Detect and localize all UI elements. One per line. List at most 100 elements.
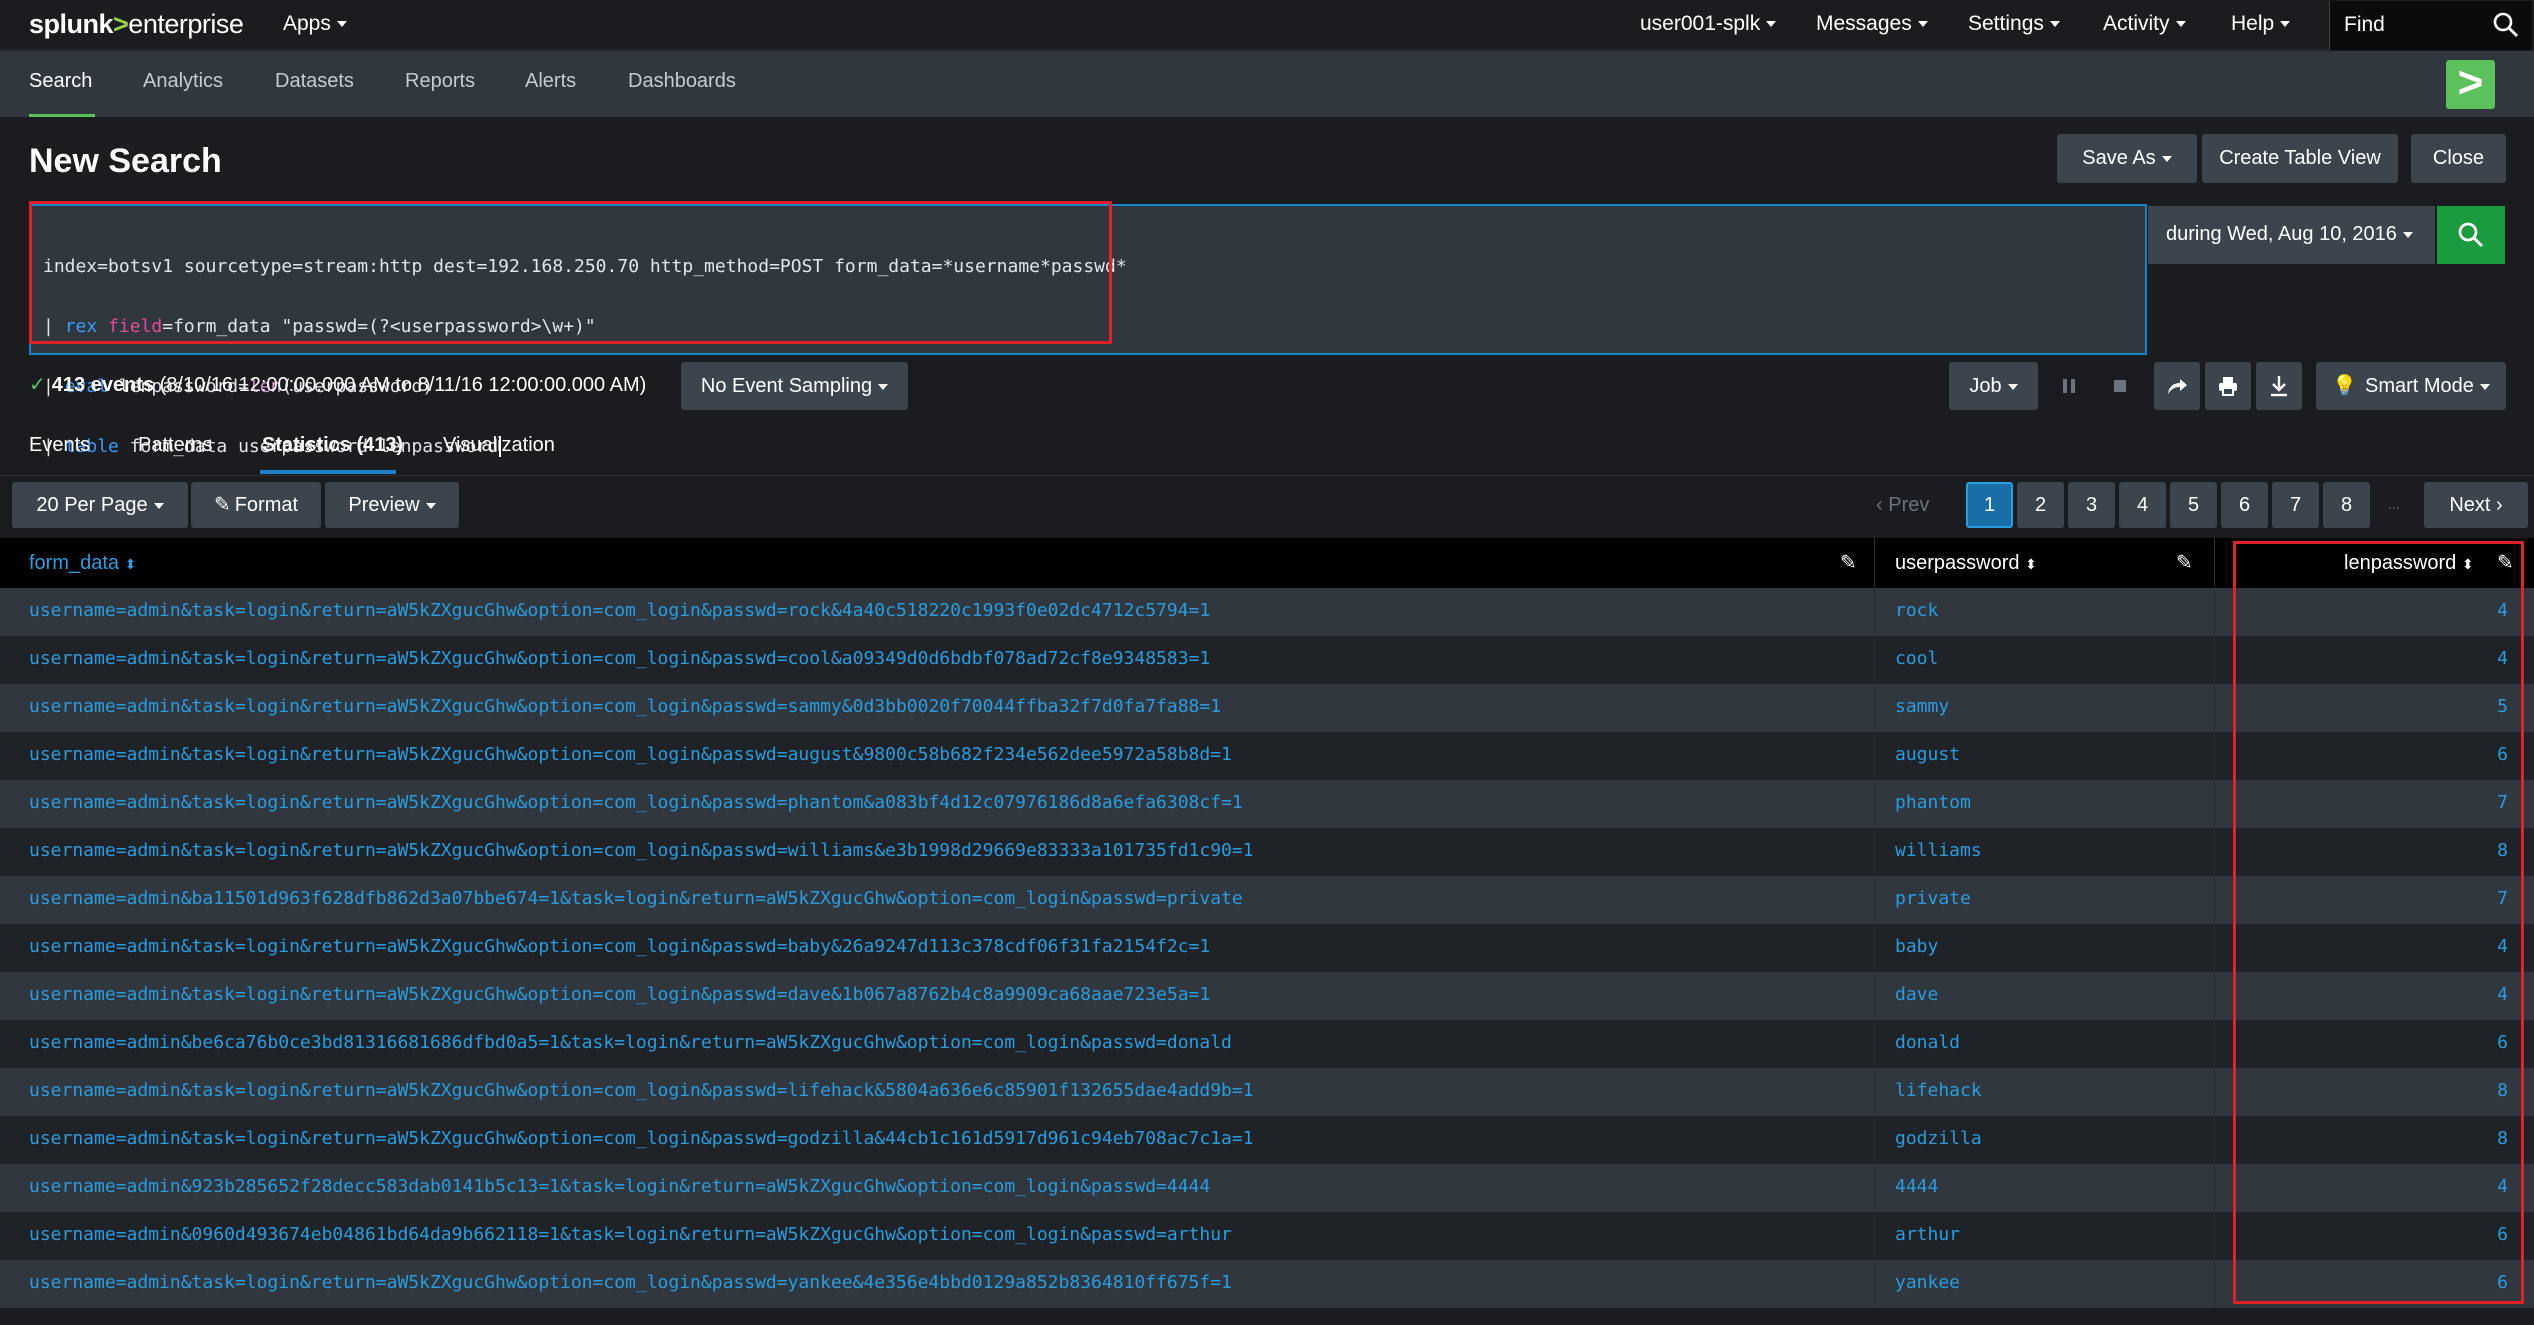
cell-lenpassword[interactable]: 4 bbox=[2497, 1176, 2508, 1197]
cell-form-data[interactable]: username=admin&task=login&return=aW5kZXg… bbox=[29, 648, 1210, 669]
cell-userpassword[interactable]: donald bbox=[1895, 1032, 1960, 1053]
edit-column-icon[interactable]: ✎ bbox=[1840, 550, 1857, 575]
event-sampling-dropdown[interactable]: No Event Sampling bbox=[681, 362, 908, 410]
cell-form-data[interactable]: username=admin&task=login&return=aW5kZXg… bbox=[29, 600, 1210, 621]
cell-userpassword[interactable]: dave bbox=[1895, 984, 1938, 1005]
page-7-button[interactable]: 7 bbox=[2272, 482, 2319, 528]
pause-button[interactable] bbox=[2049, 362, 2089, 410]
tab-patterns[interactable]: Patterns bbox=[138, 434, 212, 457]
cell-userpassword[interactable]: baby bbox=[1895, 936, 1938, 957]
cell-userpassword[interactable]: williams bbox=[1895, 840, 1982, 861]
cell-lenpassword[interactable]: 8 bbox=[2497, 1128, 2508, 1149]
cell-lenpassword[interactable]: 4 bbox=[2497, 936, 2508, 957]
tab-visualization[interactable]: Visualization bbox=[443, 434, 555, 457]
cell-lenpassword[interactable]: 7 bbox=[2497, 792, 2508, 813]
stop-button[interactable] bbox=[2100, 362, 2140, 410]
messages-menu[interactable]: Messages bbox=[1816, 12, 1928, 36]
cell-lenpassword[interactable]: 4 bbox=[2497, 648, 2508, 669]
cell-userpassword[interactable]: lifehack bbox=[1895, 1080, 1982, 1101]
search-icon[interactable] bbox=[2492, 11, 2520, 39]
edit-column-icon[interactable]: ✎ bbox=[2497, 550, 2514, 575]
cell-form-data[interactable]: username=admin&be6ca76b0ce3bd81316681686… bbox=[29, 1032, 1232, 1053]
cell-userpassword[interactable]: godzilla bbox=[1895, 1128, 1982, 1149]
cell-form-data[interactable]: username=admin&task=login&return=aW5kZXg… bbox=[29, 744, 1232, 765]
print-button[interactable] bbox=[2205, 362, 2251, 410]
cell-lenpassword[interactable]: 6 bbox=[2497, 1224, 2508, 1245]
cell-userpassword[interactable]: sammy bbox=[1895, 696, 1949, 717]
cell-userpassword[interactable]: private bbox=[1895, 888, 1971, 909]
cell-form-data[interactable]: username=admin&0960d493674eb04861bd64da9… bbox=[29, 1224, 1232, 1245]
cell-userpassword[interactable]: cool bbox=[1895, 648, 1938, 669]
preview-dropdown[interactable]: Preview bbox=[325, 482, 459, 528]
apps-menu[interactable]: Apps bbox=[283, 12, 347, 36]
column-header-lenpassword[interactable]: lenpassword ⬍ bbox=[2344, 552, 2474, 575]
job-menu-button[interactable]: Job bbox=[1949, 362, 2038, 410]
page-4-button[interactable]: 4 bbox=[2119, 482, 2166, 528]
cell-form-data[interactable]: username=admin&task=login&return=aW5kZXg… bbox=[29, 1272, 1232, 1293]
column-header-form-data[interactable]: form_data ⬍ bbox=[29, 552, 136, 575]
search-query-editor[interactable]: index=botsv1 sourcetype=stream:http dest… bbox=[29, 204, 2147, 457]
nav-tab-alerts[interactable]: Alerts bbox=[525, 70, 576, 93]
cell-lenpassword[interactable]: 6 bbox=[2497, 1272, 2508, 1293]
nav-tab-datasets[interactable]: Datasets bbox=[275, 70, 354, 93]
chevron-down-icon bbox=[2049, 21, 2060, 28]
format-button[interactable]: ✎ Format bbox=[191, 482, 321, 528]
search-app-icon[interactable]: > bbox=[2446, 60, 2495, 109]
page-8-button[interactable]: 8 bbox=[2323, 482, 2370, 528]
close-button[interactable]: Close bbox=[2411, 134, 2506, 183]
time-range-picker[interactable]: during Wed, Aug 10, 2016 bbox=[2148, 206, 2435, 264]
column-header-userpassword[interactable]: userpassword ⬍ bbox=[1895, 552, 2037, 575]
nav-tab-analytics[interactable]: Analytics bbox=[143, 70, 223, 93]
nav-tab-search[interactable]: Search bbox=[29, 70, 92, 93]
share-button[interactable] bbox=[2154, 362, 2200, 410]
cell-lenpassword[interactable]: 5 bbox=[2497, 696, 2508, 717]
export-button[interactable] bbox=[2256, 362, 2302, 410]
cell-form-data[interactable]: username=admin&task=login&return=aW5kZXg… bbox=[29, 792, 1243, 813]
cell-form-data[interactable]: username=admin&task=login&return=aW5kZXg… bbox=[29, 1080, 1254, 1101]
cell-lenpassword[interactable]: 6 bbox=[2497, 1032, 2508, 1053]
activity-menu[interactable]: Activity bbox=[2103, 12, 2186, 36]
cell-lenpassword[interactable]: 6 bbox=[2497, 744, 2508, 765]
cell-lenpassword[interactable]: 4 bbox=[2497, 600, 2508, 621]
cell-userpassword[interactable]: 4444 bbox=[1895, 1176, 1938, 1197]
help-menu[interactable]: Help bbox=[2231, 12, 2291, 36]
page-2-button[interactable]: 2 bbox=[2017, 482, 2064, 528]
cell-form-data[interactable]: username=admin&task=login&return=aW5kZXg… bbox=[29, 696, 1221, 717]
cell-form-data[interactable]: username=admin&923b285652f28decc583dab01… bbox=[29, 1176, 1210, 1197]
user-menu[interactable]: user001-splk bbox=[1640, 12, 1777, 36]
cell-lenpassword[interactable]: 4 bbox=[2497, 984, 2508, 1005]
cell-lenpassword[interactable]: 7 bbox=[2497, 888, 2508, 909]
cell-form-data[interactable]: username=admin&ba11501d963f628dfb862d3a0… bbox=[29, 888, 1243, 909]
prev-page-link[interactable]: ‹ Prev bbox=[1876, 494, 1929, 517]
cell-form-data[interactable]: username=admin&task=login&return=aW5kZXg… bbox=[29, 1128, 1254, 1149]
cell-lenpassword[interactable]: 8 bbox=[2497, 840, 2508, 861]
cell-form-data[interactable]: username=admin&task=login&return=aW5kZXg… bbox=[29, 984, 1210, 1005]
tab-events[interactable]: Events bbox=[29, 434, 90, 457]
cell-form-data[interactable]: username=admin&task=login&return=aW5kZXg… bbox=[29, 936, 1210, 957]
page-3-button[interactable]: 3 bbox=[2068, 482, 2115, 528]
splunk-logo[interactable]: splunk>enterprise bbox=[29, 9, 244, 40]
cell-userpassword[interactable]: arthur bbox=[1895, 1224, 1960, 1245]
search-mode-dropdown[interactable]: 💡 Smart Mode bbox=[2316, 362, 2506, 410]
per-page-dropdown[interactable]: 20 Per Page bbox=[12, 482, 188, 528]
cell-userpassword[interactable]: rock bbox=[1895, 600, 1938, 621]
edit-column-icon[interactable]: ✎ bbox=[2176, 550, 2193, 575]
settings-menu[interactable]: Settings bbox=[1968, 12, 2060, 36]
find-box[interactable]: Find bbox=[2329, 1, 2532, 50]
nav-tab-dashboards[interactable]: Dashboards bbox=[628, 70, 736, 93]
cell-userpassword[interactable]: august bbox=[1895, 744, 1960, 765]
create-table-view-button[interactable]: Create Table View bbox=[2202, 134, 2398, 183]
run-search-button[interactable] bbox=[2437, 206, 2505, 264]
page-1-button[interactable]: 1 bbox=[1966, 482, 2013, 528]
cell-userpassword[interactable]: phantom bbox=[1895, 792, 1971, 813]
cell-lenpassword[interactable]: 8 bbox=[2497, 1080, 2508, 1101]
save-as-button[interactable]: Save As bbox=[2057, 134, 2197, 183]
page-6-button[interactable]: 6 bbox=[2221, 482, 2268, 528]
next-page-button[interactable]: Next › bbox=[2424, 482, 2528, 528]
cell-userpassword[interactable]: yankee bbox=[1895, 1272, 1960, 1293]
cell-form-data[interactable]: username=admin&task=login&return=aW5kZXg… bbox=[29, 840, 1254, 861]
tab-statistics[interactable]: Statistics (413) bbox=[262, 434, 403, 457]
nav-tab-reports[interactable]: Reports bbox=[405, 70, 475, 93]
chevron-down-icon bbox=[2007, 383, 2018, 390]
page-5-button[interactable]: 5 bbox=[2170, 482, 2217, 528]
